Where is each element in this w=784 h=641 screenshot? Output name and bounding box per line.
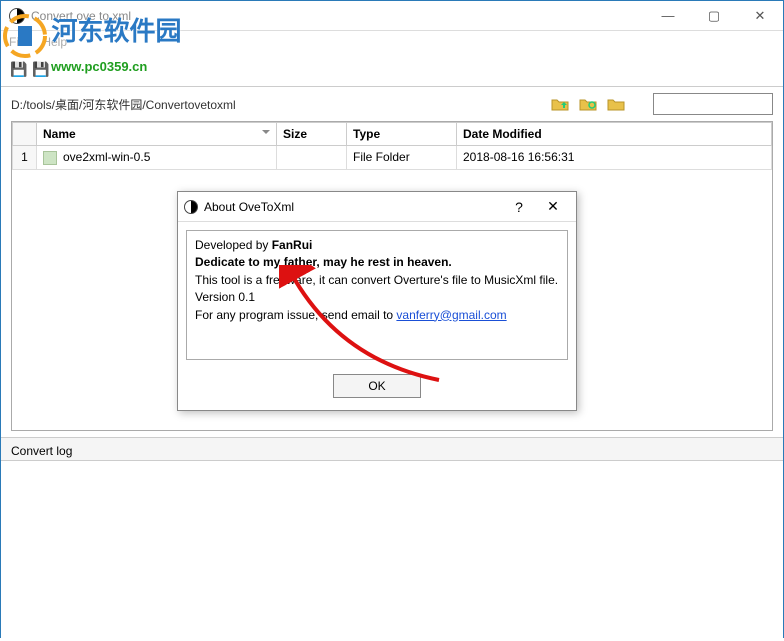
current-path: D:/tools/桌面/河东软件园/Convertovetoxml [11,96,543,113]
col-date[interactable]: Date Modified [457,123,772,146]
col-name[interactable]: Name [37,123,277,146]
table-row[interactable]: 1 ove2xml-win-0.5 File Folder 2018-08-16… [13,146,772,170]
table-header-row: Name Size Type Date Modified [13,123,772,146]
menu-file[interactable]: File [9,35,28,49]
row-name-cell: ove2xml-win-0.5 [37,146,277,170]
folder-up-icon[interactable] [551,97,569,111]
convert-log-label: Convert log [1,437,783,461]
folder-refresh-icon[interactable] [579,97,597,111]
about-line2: Dedicate to my father, may he rest in he… [195,254,559,271]
dialog-body: Developed by FanRui Dedicate to my fathe… [186,230,568,360]
close-button[interactable]: ✕ [737,1,783,31]
col-size[interactable]: Size [277,123,347,146]
col-num[interactable] [13,123,37,146]
window-title: Convert ove to xml [31,9,131,23]
convert-log-area [1,461,783,641]
dialog-close-button[interactable]: ✕ [536,198,570,215]
dialog-titlebar: About OveToXml ? ✕ [178,192,576,222]
save-all-icon[interactable]: 💾 [31,60,51,80]
dialog-title: About OveToXml [204,200,502,214]
folder-open-icon[interactable] [607,97,625,111]
about-line3: This tool is a freeware, it can convert … [195,272,559,289]
search-input[interactable] [653,93,773,115]
ok-button[interactable]: OK [333,374,421,398]
menu-help[interactable]: Help [42,35,67,49]
row-size [277,146,347,170]
minimize-button[interactable]: — [645,1,691,31]
about-line5: For any program issue, send email to van… [195,307,559,324]
about-email-link[interactable]: vanferry@gmail.com [396,308,506,322]
row-name: ove2xml-win-0.5 [63,150,150,164]
row-date: 2018-08-16 16:56:31 [457,146,772,170]
about-line1: Developed by FanRui [195,237,559,254]
app-icon [9,8,25,24]
folder-item-icon [43,151,57,165]
path-bar: D:/tools/桌面/河东软件园/Convertovetoxml [1,87,783,121]
row-num: 1 [13,146,37,170]
about-line4: Version 0.1 [195,289,559,306]
dialog-app-icon [184,200,198,214]
save-icon[interactable]: 💾 [9,60,29,80]
menubar: File Help [1,31,783,53]
maximize-button[interactable]: ▢ [691,1,737,31]
row-type: File Folder [347,146,457,170]
window-titlebar: Convert ove to xml — ▢ ✕ [1,1,783,31]
about-dialog: About OveToXml ? ✕ Developed by FanRui D… [177,191,577,411]
col-type[interactable]: Type [347,123,457,146]
dialog-help-button[interactable]: ? [502,199,536,215]
toolbar: 💾 💾 [1,53,783,87]
